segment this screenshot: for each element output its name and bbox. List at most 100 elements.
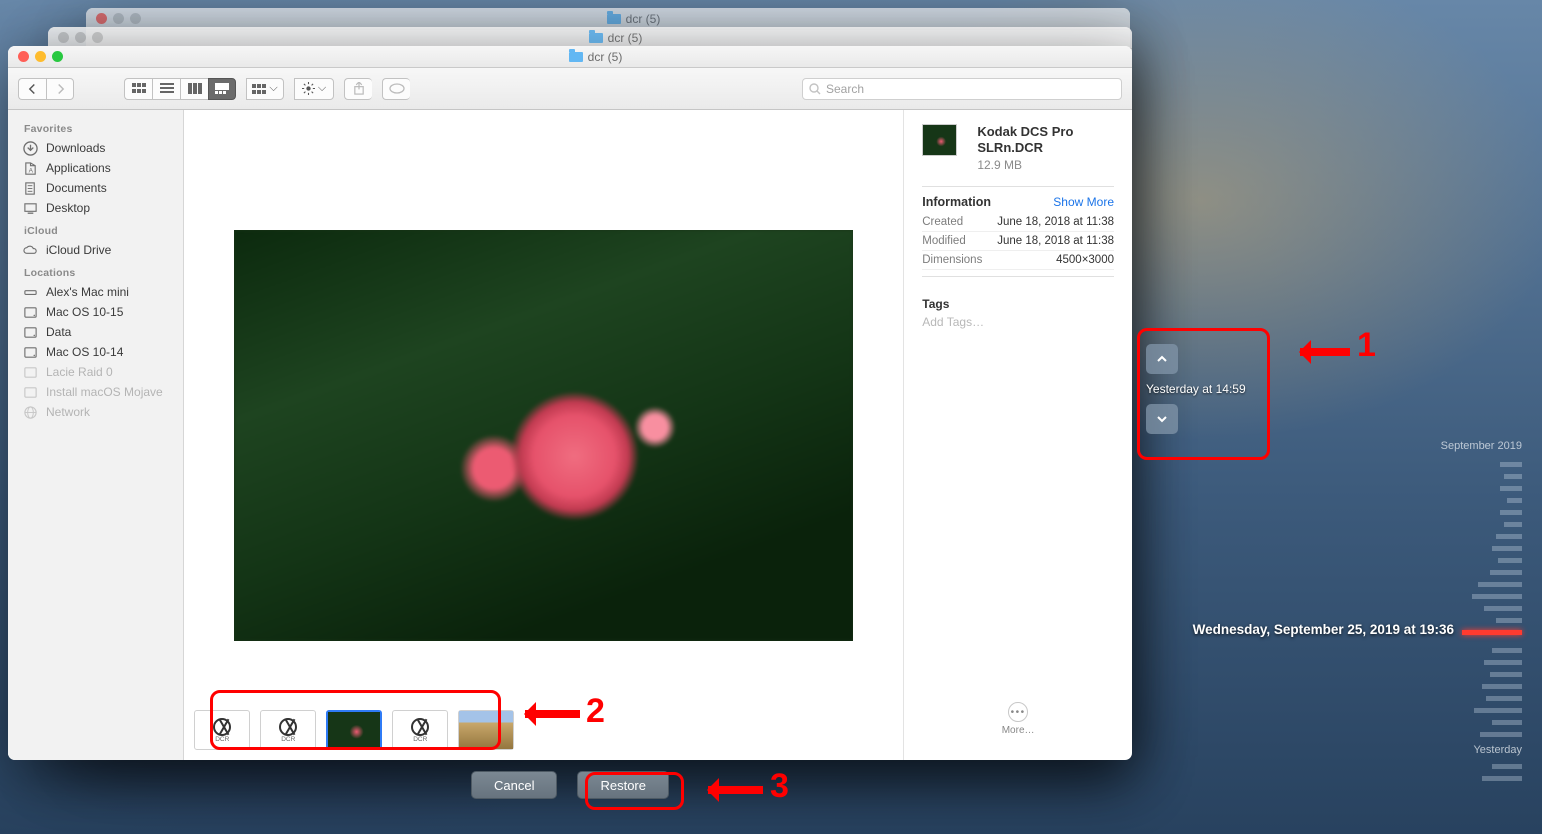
folder-icon [607, 14, 621, 24]
sidebar-item-downloads[interactable]: Downloads [8, 138, 183, 158]
sidebar-section-icloud: iCloud [8, 218, 183, 240]
info-row-modified: ModifiedJune 18, 2018 at 11:38 [922, 232, 1114, 251]
timeline-nav: Yesterday at 14:59 [1146, 344, 1264, 434]
info-row-created: CreatedJune 18, 2018 at 11:38 [922, 213, 1114, 232]
sidebar-item-installer[interactable]: Install macOS Mojave [8, 382, 183, 402]
traffic-max-icon[interactable] [52, 51, 63, 62]
sidebar-item-documents[interactable]: Documents [8, 178, 183, 198]
timemachine-bottom-bar: Cancel Restore [8, 760, 1132, 810]
info-row-dimensions: Dimensions4500×3000 [922, 251, 1114, 270]
chevron-down-icon [1156, 413, 1168, 425]
svg-text:A: A [29, 167, 34, 174]
sidebar-item-macos1014[interactable]: Mac OS 10-14 [8, 342, 183, 362]
annotation-arrow-3 [708, 786, 763, 794]
traffic-close-icon [58, 32, 69, 43]
window-title: dcr (5) [608, 31, 643, 45]
sidebar-item-macmini[interactable]: Alex's Mac mini [8, 282, 183, 302]
disk-icon [22, 385, 39, 399]
more-actions-button[interactable]: ••• [1008, 702, 1028, 722]
view-gallery-button[interactable] [208, 78, 236, 100]
view-columns-button[interactable] [180, 78, 208, 100]
window-title: dcr (5) [626, 12, 661, 26]
action-menu-button[interactable]: ⌵ [294, 78, 334, 100]
finder-sidebar: Favorites Downloads AApplications Docume… [8, 110, 184, 760]
group-by-button[interactable]: ⌵ [246, 78, 284, 100]
folder-icon [569, 52, 583, 62]
share-button[interactable] [344, 78, 372, 100]
sidebar-item-lacie[interactable]: Lacie Raid 0 [8, 362, 183, 382]
desktop-icon [22, 201, 39, 215]
view-icons-button[interactable] [124, 78, 152, 100]
thumbnail-dcr[interactable]: DCR [392, 710, 448, 750]
applications-icon: A [22, 161, 39, 175]
info-filesize: 12.9 MB [977, 158, 1114, 172]
annotation-arrow-1 [1300, 348, 1350, 356]
info-panel: Kodak DCS Pro SLRn.DCR 12.9 MB Informati… [903, 110, 1132, 760]
cancel-button[interactable]: Cancel [471, 771, 557, 799]
nav-forward-button[interactable] [46, 78, 74, 100]
thumbnail-row: DCR DCR DCR [194, 710, 514, 750]
add-tags-field[interactable]: Add Tags… [922, 315, 1114, 329]
annotation-number-2: 2 [586, 692, 605, 731]
finder-window-front: dcr (5) ⌵ ⌵ Search Favorites Download [8, 46, 1132, 760]
computer-icon [22, 285, 39, 299]
disk-icon [22, 325, 39, 339]
timeline-scale[interactable]: September 2019 Yesterday [1452, 390, 1522, 790]
gallery-main: DCR DCR DCR [184, 110, 903, 760]
nav-back-button[interactable] [18, 78, 46, 100]
annotation-arrow-2 [525, 710, 580, 718]
downloads-icon [22, 141, 39, 155]
annotation-number-3: 3 [770, 767, 789, 806]
sidebar-item-macos1015[interactable]: Mac OS 10-15 [8, 302, 183, 322]
traffic-close-icon[interactable] [18, 51, 29, 62]
sidebar-item-applications[interactable]: AApplications [8, 158, 183, 178]
more-label: More… [922, 725, 1114, 736]
traffic-min-icon [75, 32, 86, 43]
timeline-down-button[interactable] [1146, 404, 1178, 434]
thumbnail-selected[interactable] [326, 710, 382, 750]
disk-icon [22, 345, 39, 359]
sidebar-item-icloud-drive[interactable]: iCloud Drive [8, 240, 183, 260]
restore-button[interactable]: Restore [577, 771, 669, 799]
network-icon [22, 405, 39, 419]
disk-icon [22, 365, 39, 379]
search-icon [809, 83, 821, 95]
finder-toolbar: ⌵ ⌵ Search [8, 68, 1132, 110]
tags-button[interactable] [382, 78, 410, 100]
folder-icon [589, 33, 603, 43]
info-thumbnail-icon [922, 124, 957, 156]
thumbnail-dcr[interactable]: DCR [194, 710, 250, 750]
traffic-max-icon [92, 32, 103, 43]
traffic-close-icon [96, 13, 107, 24]
sidebar-item-data[interactable]: Data [8, 322, 183, 342]
cloud-icon [22, 243, 39, 257]
timeline-month-label: September 2019 [1441, 440, 1522, 452]
sidebar-item-desktop[interactable]: Desktop [8, 198, 183, 218]
info-section-title: Information [922, 195, 991, 209]
info-filename: Kodak DCS Pro SLRn.DCR [977, 124, 1114, 157]
chevron-up-icon [1156, 353, 1168, 365]
traffic-min-icon[interactable] [35, 51, 46, 62]
traffic-max-icon [130, 13, 141, 24]
timeline-yesterday-label: Yesterday [1473, 744, 1522, 756]
sidebar-section-locations: Locations [8, 260, 183, 282]
timeline-up-button[interactable] [1146, 344, 1178, 374]
disk-icon [22, 305, 39, 319]
thumbnail-dcr[interactable]: DCR [260, 710, 316, 750]
show-more-link[interactable]: Show More [1053, 195, 1114, 209]
traffic-min-icon [113, 13, 124, 24]
sidebar-item-network[interactable]: Network [8, 402, 183, 422]
sidebar-section-favorites: Favorites [8, 116, 183, 138]
timeline-now-label: Wednesday, September 25, 2019 at 19:36 [1193, 622, 1454, 637]
documents-icon [22, 181, 39, 195]
preview-image[interactable] [234, 230, 853, 641]
search-input[interactable]: Search [802, 78, 1122, 100]
thumbnail-image[interactable] [458, 710, 514, 750]
search-placeholder: Search [826, 82, 864, 96]
window-title: dcr (5) [588, 50, 623, 64]
annotation-number-1: 1 [1357, 326, 1376, 365]
timeline-now-tick [1462, 630, 1522, 635]
view-list-button[interactable] [152, 78, 180, 100]
info-tags-title: Tags [922, 297, 1114, 311]
timeline-current-label: Yesterday at 14:59 [1146, 382, 1246, 396]
